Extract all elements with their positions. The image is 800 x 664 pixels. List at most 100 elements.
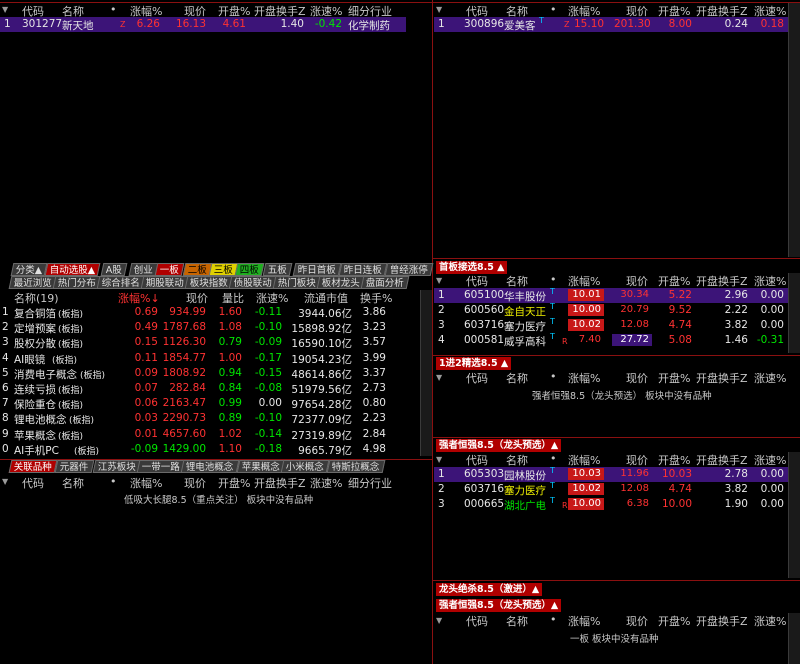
- tab-once-limit-up[interactable]: 曾经涨停: [384, 263, 434, 276]
- panel-title[interactable]: 1进2精选8.5 ▲: [436, 357, 512, 370]
- col-code[interactable]: 代码: [466, 370, 488, 386]
- table-row[interactable]: 2 定增预案 (板指) 0.49 1787.68 1.08 -0.10 15898.92亿 3.…: [0, 320, 418, 335]
- tab-market-analysis[interactable]: 盘面分析: [360, 276, 410, 289]
- col-sector-name[interactable]: 名称(19): [14, 290, 59, 306]
- col-dot[interactable]: •: [550, 273, 557, 286]
- col-volume-ratio[interactable]: 量比: [222, 290, 244, 306]
- tab-category[interactable]: 分类▲: [10, 263, 48, 276]
- tab-yesterday-first[interactable]: 昨日首板: [292, 263, 342, 276]
- col-name[interactable]: 名称: [506, 273, 528, 289]
- col-name[interactable]: 名称: [62, 475, 84, 491]
- tab-sector-index[interactable]: 板块指数: [184, 276, 234, 289]
- tab-components[interactable]: 元器件: [54, 460, 94, 473]
- table-row[interactable]: 7 保险重仓 (板指) 0.06 2163.47 0.99 0.00 97654.28亿 0.8…: [0, 396, 418, 411]
- table-row[interactable]: 2 603716 塞力医疗 T 10.02 12.08 4.74 3.82 0.00: [434, 481, 788, 497]
- col-speed[interactable]: 涨速%: [754, 370, 786, 386]
- col-open-turnover[interactable]: 开盘换手Z: [696, 613, 748, 629]
- col-name[interactable]: 名称: [506, 370, 528, 386]
- col-open[interactable]: 开盘%: [218, 475, 250, 491]
- tab-jiangsu[interactable]: 江苏板块: [92, 460, 142, 473]
- tab-hot-distribution[interactable]: 热门分布: [52, 276, 102, 289]
- col-code[interactable]: 代码: [466, 452, 488, 468]
- col-price[interactable]: 现价: [186, 290, 208, 306]
- col-open[interactable]: 开盘%: [658, 452, 690, 468]
- col-code[interactable]: 代码: [22, 475, 44, 491]
- panel-title[interactable]: 龙头绝杀8.5（激进）▲: [436, 583, 543, 596]
- col-speed[interactable]: 涨速%: [754, 273, 786, 289]
- col-change[interactable]: 涨幅%: [568, 273, 600, 289]
- table-row[interactable]: 4 AI眼镜 (板指) 0.11 1854.77 1.00 -0.17 19054.23亿 3.…: [0, 351, 418, 366]
- tab-auto-select[interactable]: 自动选股▲: [44, 263, 101, 276]
- scrollbar[interactable]: [788, 273, 800, 353]
- panel-title[interactable]: 强者恒强8.5（龙头预选）▲: [436, 439, 562, 452]
- table-row[interactable]: 9 苹果概念 (板指) 0.01 4657.60 1.02 -0.14 27319.89亿 2.…: [0, 427, 418, 442]
- tab-hot-sector[interactable]: 热门板块: [272, 276, 322, 289]
- tab-lithium[interactable]: 锂电池概念: [180, 460, 239, 473]
- panel-title[interactable]: 强者恒强8.5（龙头预选）▲: [436, 599, 562, 612]
- col-speed[interactable]: 涨速%: [310, 475, 342, 491]
- col-price[interactable]: 现价: [626, 370, 648, 386]
- table-row[interactable]: 0 AI手机PC (板指) -0.09 1429.00 1.10 -0.18 9665.79亿…: [0, 442, 418, 457]
- table-row[interactable]: 6 连续亏损 (板指) 0.07 282.84 0.84 -0.08 51979.56亿 2.7…: [0, 381, 418, 396]
- table-row[interactable]: 1 301277 新天地 Z 6.26 16.13 4.61 1.40 -0.4…: [0, 17, 406, 32]
- col-open-turnover[interactable]: 开盘换手Z: [696, 370, 748, 386]
- col-change-sort[interactable]: 涨幅%↓: [118, 290, 160, 306]
- col-turnover[interactable]: 换手%: [360, 290, 392, 306]
- tab-a-share[interactable]: A股: [100, 263, 128, 276]
- table-row[interactable]: 1 605303 园林股份 T 10.03 11.96 10.03 2.78 0.00: [434, 466, 788, 482]
- table-row[interactable]: 5 消费电子概念 (板指) 0.09 1808.92 0.94 -0.15 48614.86亿…: [0, 366, 418, 381]
- scrollbar[interactable]: [788, 3, 800, 257]
- table-row[interactable]: 8 锂电池概念 (板指) 0.03 2290.73 0.89 -0.10 72377.09亿 2…: [0, 411, 418, 426]
- col-speed[interactable]: 涨速%: [754, 613, 786, 629]
- table-row[interactable]: 1 605100 华丰股份 T 10.01 30.34 5.22 2.96 0.00: [434, 287, 788, 303]
- col-change[interactable]: 涨幅%: [568, 370, 600, 386]
- tab-futures-link[interactable]: 期股联动: [140, 276, 190, 289]
- tab-apple[interactable]: 苹果概念: [236, 460, 286, 473]
- col-industry[interactable]: 细分行业: [348, 475, 392, 491]
- col-code[interactable]: 代码: [466, 613, 488, 629]
- col-price[interactable]: 现价: [184, 475, 206, 491]
- table-row[interactable]: 3 603716 塞力医疗 T 10.02 12.08 4.74 3.82 0.00: [434, 317, 788, 333]
- table-row[interactable]: 1 300896 爱美客 T Z 15.10 201.30 8.00 0.24 …: [434, 16, 788, 32]
- tab-sector-leader[interactable]: 板材龙头: [316, 276, 366, 289]
- scrollbar[interactable]: [788, 613, 800, 664]
- col-open[interactable]: 开盘%: [658, 370, 690, 386]
- tab-bond-link[interactable]: 债股联动: [228, 276, 278, 289]
- col-code[interactable]: 代码: [466, 273, 488, 289]
- col-name[interactable]: 名称: [506, 613, 528, 629]
- col-dot[interactable]: •: [550, 3, 557, 16]
- col-market-cap[interactable]: 流通市值: [304, 290, 348, 306]
- col-price[interactable]: 现价: [626, 613, 648, 629]
- col-price[interactable]: 现价: [626, 452, 648, 468]
- col-dot[interactable]: •: [110, 3, 117, 16]
- tab-related[interactable]: 关联品种: [8, 460, 58, 473]
- col-change[interactable]: 涨幅%: [130, 475, 162, 491]
- table-row[interactable]: 3 股权分散 (板指) 0.15 1126.30 0.79 -0.09 16590.10亿 3.…: [0, 335, 418, 350]
- tab-board-5[interactable]: 五板: [262, 263, 293, 276]
- tab-board-4[interactable]: 四板: [234, 263, 265, 276]
- col-dot[interactable]: •: [550, 613, 557, 626]
- col-dot[interactable]: •: [110, 475, 117, 488]
- tab-composite-rank[interactable]: 综合排名: [96, 276, 146, 289]
- tab-yesterday-continuous[interactable]: 昨日连板: [338, 263, 388, 276]
- col-change[interactable]: 涨幅%: [568, 452, 600, 468]
- col-change[interactable]: 涨幅%: [568, 613, 600, 629]
- col-open[interactable]: 开盘%: [658, 273, 690, 289]
- col-speed[interactable]: 涨速%: [256, 290, 288, 306]
- col-open-turnover[interactable]: 开盘换手Z: [696, 452, 748, 468]
- tab-belt-road[interactable]: 一带一路: [136, 460, 186, 473]
- table-row[interactable]: 1 复合铜箔 (板指) 0.69 934.99 1.60 -0.11 3944.06亿 3.86: [0, 305, 418, 320]
- table-row[interactable]: 2 600560 金自天正 T 10.00 20.79 9.52 2.22 0.00: [434, 302, 788, 318]
- col-open-turnover[interactable]: 开盘换手Z: [254, 475, 306, 491]
- table-row[interactable]: 4 000581 威孚高科 T R 7.40 27.72 5.08 1.46 -0.31: [434, 332, 788, 348]
- tab-xiaomi[interactable]: 小米概念: [280, 460, 330, 473]
- table-row[interactable]: 3 000665 湖北广电 T R 10.00 6.38 10.00 1.90 0.00: [434, 496, 788, 512]
- scrollbar[interactable]: [420, 290, 432, 456]
- col-open-turnover[interactable]: 开盘换手Z: [696, 273, 748, 289]
- tab-tesla[interactable]: 特斯拉概念: [326, 460, 385, 473]
- col-dot[interactable]: •: [550, 452, 557, 465]
- tab-recent[interactable]: 最近浏览: [8, 276, 58, 289]
- col-price[interactable]: 现价: [626, 273, 648, 289]
- col-name[interactable]: 名称: [506, 452, 528, 468]
- scrollbar[interactable]: [788, 452, 800, 578]
